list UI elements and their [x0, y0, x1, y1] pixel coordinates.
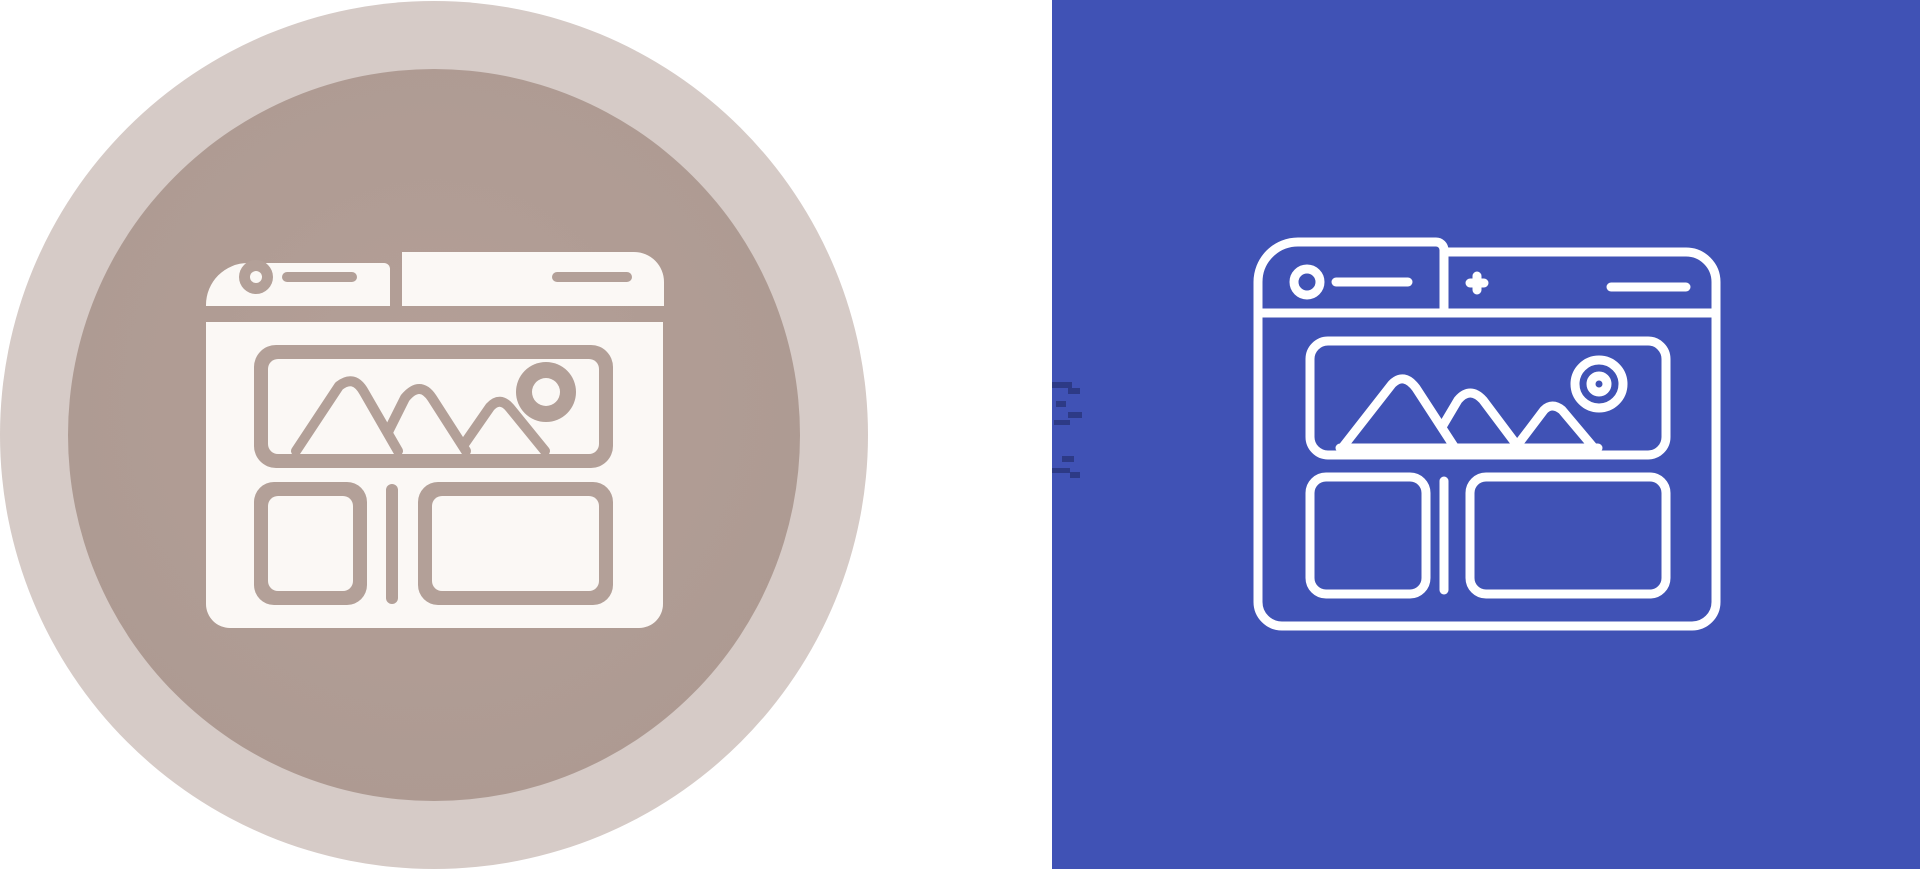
lower-right-inner [432, 496, 599, 591]
line-icon-panel [1052, 0, 1920, 869]
left-tab-shape [206, 263, 390, 306]
tab-circle-dot [250, 271, 262, 283]
tab-title-bar [282, 272, 357, 282]
icon-comparison-canvas [0, 0, 1920, 869]
glyph-icon-panel [0, 0, 1052, 869]
blue-square-background [1052, 0, 1920, 869]
divider-bar [386, 484, 398, 604]
sun-core [532, 378, 560, 406]
right-tab-title-bar [552, 272, 632, 282]
sun-core [1586, 371, 1612, 397]
line-icon-canvas [1052, 0, 1920, 869]
lower-left-inner [268, 496, 353, 591]
glyph-icon-canvas [0, 1, 868, 869]
